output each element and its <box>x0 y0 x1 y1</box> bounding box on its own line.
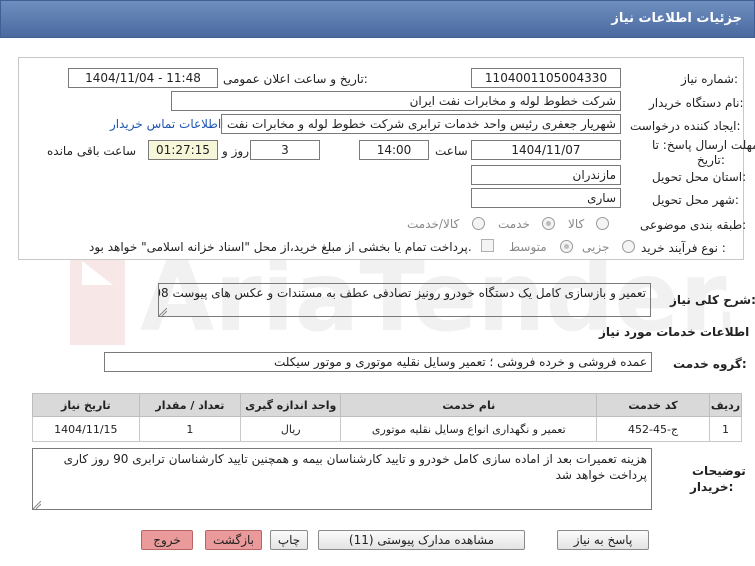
col-code: کد خدمت <box>596 393 710 417</box>
cell-code: ج-45-452 <box>596 416 710 442</box>
days-remaining-field[interactable]: 3 <box>250 140 320 160</box>
buyer-contact-link[interactable]: اطلاعات تماس خریدار <box>110 117 221 131</box>
reply-button[interactable]: پاسخ به نیاز <box>557 530 649 550</box>
category-service-radio[interactable] <box>542 217 555 230</box>
back-button[interactable]: بازگشت <box>205 530 262 550</box>
province-field[interactable]: مازندران <box>471 165 621 185</box>
items-table-wrap: ردیف کد خدمت نام خدمت واحد اندازه گیری ت… <box>32 393 743 442</box>
need-summary-field[interactable]: تعمیر و بازسازی کامل یک دستگاه خودرو رون… <box>158 283 651 317</box>
cell-row: 1 <box>708 416 743 442</box>
deadline-time-field[interactable]: 14:00 <box>359 140 429 160</box>
announce-date-field[interactable]: 1404/11/04 - 11:48 <box>68 68 218 88</box>
buyer-notes-label: توضیحات <box>692 464 746 478</box>
col-qty: تعداد / مقدار <box>138 393 242 417</box>
print-button[interactable]: چاپ <box>270 530 308 550</box>
city-label: شهر محل تحویل: <box>652 193 739 207</box>
process-minor-radio[interactable] <box>622 240 635 253</box>
province-label: استان محل تحویل: <box>652 170 747 184</box>
category-goods-service-radio[interactable] <box>472 217 485 230</box>
city-field[interactable]: ساری <box>471 188 621 208</box>
table-row[interactable]: 1 ج-45-452 تعمیر و نگهداری انواع وسایل ن… <box>32 416 743 442</box>
cell-date: 1404/11/15 <box>32 416 140 442</box>
need-summary-label: شرح کلی نیاز: <box>670 293 755 307</box>
category-goods-service-label: کالا/خدمت <box>407 217 460 231</box>
category-label: طبقه بندی موضوعی: <box>640 218 747 232</box>
time-remaining-field[interactable]: 01:27:15 <box>148 140 218 160</box>
col-unit: واحد اندازه گیری <box>240 393 342 417</box>
col-date: تاریخ نیاز <box>32 393 140 417</box>
col-name: نام خدمت <box>340 393 598 417</box>
treasury-payment-checkbox[interactable] <box>481 239 494 252</box>
process-minor-label: جزیی <box>582 240 610 254</box>
deadline-date-label: تاریخ: <box>697 153 725 167</box>
view-attachments-button[interactable]: مشاهده مدارک پیوستی (11) <box>318 530 525 550</box>
deadline-label: مهلت ارسال پاسخ: تا <box>652 138 755 152</box>
need-number-field[interactable]: 1104001105004330 <box>471 68 621 88</box>
creator-label: ایجاد کننده درخواست: <box>630 119 741 133</box>
need-number-label: شماره نیاز: <box>681 72 739 86</box>
cell-unit: ریال <box>240 416 342 442</box>
process-medium-label: متوسط <box>509 240 547 254</box>
buyer-org-field[interactable]: شرکت خطوط لوله و مخابرات نفت ایران <box>171 91 621 111</box>
page-title: جزئیات اطلاعات نیاز <box>611 11 742 26</box>
service-group-label: گروه خدمت: <box>673 357 747 371</box>
resize-grip-icon[interactable] <box>159 308 167 316</box>
cell-qty: 1 <box>138 416 242 442</box>
buyer-notes-field[interactable]: هزینه تعمیرات بعد از اماده سازی کامل خود… <box>32 448 652 510</box>
services-heading: اطلاعات خدمات مورد نیاز <box>599 325 750 339</box>
buyer-org-label: نام دستگاه خریدار: <box>649 96 744 110</box>
col-row: ردیف <box>708 393 743 417</box>
items-table: ردیف کد خدمت نام خدمت واحد اندازه گیری ت… <box>32 393 743 442</box>
cell-name: تعمیر و نگهداری انواع وسایل نقلیه موتوری <box>340 416 598 442</box>
category-goods-radio[interactable] <box>596 217 609 230</box>
deadline-date-field[interactable]: 1404/11/07 <box>471 140 621 160</box>
deadline-time-label: ساعت <box>435 144 468 158</box>
category-service-label: خدمت <box>498 217 530 231</box>
time-remaining-label: ساعت باقی مانده <box>47 144 137 158</box>
service-group-field[interactable]: عمده فروشی و خرده فروشی ؛ تعمیر وسایل نق… <box>104 352 652 372</box>
announce-date-label: تاریخ و ساعت اعلان عمومی: <box>223 72 368 86</box>
exit-button[interactable]: خروج <box>141 530 193 550</box>
days-label: روز و <box>222 144 249 158</box>
page-title-bar: جزئیات اطلاعات نیاز <box>0 0 755 38</box>
process-medium-radio[interactable] <box>560 240 573 253</box>
process-type-label: نوع فرآیند خرید : <box>641 241 726 255</box>
category-goods-label: کالا <box>568 217 585 231</box>
buyer-notes-label-2: خریدار: <box>690 480 734 494</box>
payment-note: پرداخت تمام یا بخشی از مبلغ خرید،از محل … <box>89 240 472 254</box>
creator-field[interactable]: شهریار جعفری رئیس واحد خدمات ترابری شرکت… <box>221 114 621 134</box>
resize-grip-icon[interactable] <box>33 501 41 509</box>
